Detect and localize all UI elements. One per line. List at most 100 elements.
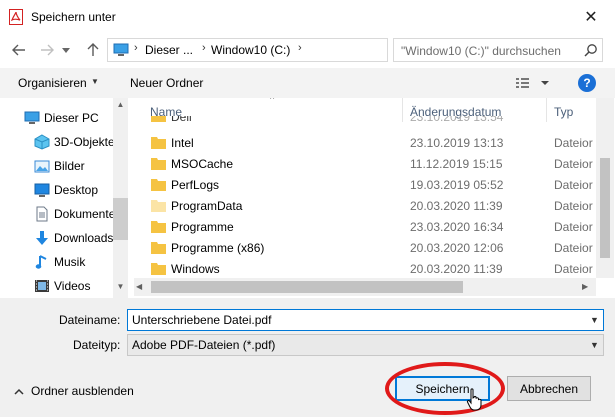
chevron-down-icon[interactable]: ▼ [91, 77, 99, 86]
address-bar[interactable]: › Dieser ... › Window10 (C:) › [107, 38, 483, 62]
documents-icon [36, 206, 48, 222]
search-input[interactable]: "Window10 (C:)" durchsuchen [401, 44, 561, 58]
file-name: Windows [171, 262, 220, 276]
folder-icon [151, 221, 166, 233]
hide-folders-label: Ordner ausblenden [31, 384, 134, 398]
sidebar-item-documents[interactable]: Dokumente [0, 202, 115, 226]
help-button[interactable]: ? [578, 74, 596, 92]
sidebar-item-music[interactable]: Musik [0, 250, 115, 274]
hide-folders-toggle[interactable]: Ordner ausblenden [14, 384, 134, 398]
folder-icon [151, 158, 166, 170]
new-folder-button[interactable]: Neuer Ordner [130, 76, 203, 90]
back-button[interactable] [10, 41, 28, 59]
sidebar-item-label: Musik [54, 255, 86, 269]
table-row[interactable]: Programme (x86) 20.03.2020 12:06 Dateior [134, 237, 599, 258]
hand-cursor-icon [466, 388, 482, 411]
file-date: 11.12.2019 15:15 [410, 157, 503, 171]
sidebar-item-label: 3D-Objekte [54, 135, 115, 149]
file-type: Dateior [554, 136, 593, 150]
chevron-right-icon: › [202, 42, 206, 54]
folder-icon [151, 263, 166, 275]
scroll-right-icon[interactable]: ▶ [582, 278, 588, 296]
table-row[interactable]: Intel 23.10.2019 13:13 Dateior [134, 132, 599, 153]
table-row[interactable]: PerfLogs 19.03.2019 05:52 Dateior [134, 174, 599, 195]
folder-icon [151, 179, 166, 191]
command-bar: Organisieren ▼ Neuer Ordner ? [0, 68, 615, 98]
file-name: PerfLogs [171, 178, 220, 192]
file-name: Programme [171, 220, 234, 234]
dialog-footer: Dateiname: Unterschriebene Datei.pdf ▼ D… [0, 298, 615, 417]
pictures-icon [34, 160, 50, 173]
search-icon [584, 44, 597, 57]
file-date: 20.03.2020 11:39 [410, 262, 503, 276]
file-type: Dateior [554, 262, 593, 276]
filename-label: Dateiname: [59, 313, 121, 327]
sidebar-item-videos[interactable]: Videos [0, 274, 115, 298]
hidden-folder-icon [151, 200, 166, 212]
file-list: ^ Name Änderungsdatum Typ Dell 23.10.201… [134, 98, 614, 298]
organize-button[interactable]: Organisieren [18, 76, 87, 90]
3d-objects-icon [34, 134, 50, 150]
table-row[interactable]: Programme 23.03.2020 16:34 Dateior [134, 216, 599, 237]
vertical-scroll-thumb[interactable] [600, 158, 610, 258]
file-date: 19.03.2019 05:52 [410, 178, 504, 192]
filename-field[interactable]: Unterschriebene Datei.pdf ▼ [127, 309, 604, 331]
navigation-pane: Dieser PC 3D-Objekte Bilder Desktop Doku… [0, 98, 128, 298]
file-type: Dateior [554, 241, 593, 255]
file-date: 23.10.2019 13:54 [410, 116, 504, 124]
file-type: Dateior [554, 157, 593, 171]
folder-icon [151, 242, 166, 254]
view-list-icon [516, 78, 549, 88]
view-options-button[interactable] [515, 74, 553, 92]
filetype-value: Adobe PDF-Dateien (*.pdf) [132, 338, 276, 352]
chevron-down-icon [62, 47, 70, 53]
breadcrumb-this-pc[interactable]: Dieser ... [145, 43, 193, 57]
recent-dropdown[interactable] [60, 41, 72, 59]
sidebar-scroll-thumb[interactable] [113, 198, 128, 240]
filetype-dropdown[interactable]: Adobe PDF-Dateien (*.pdf) ▼ [127, 334, 604, 356]
pc-icon [113, 43, 129, 56]
table-row[interactable]: ProgramData 20.03.2020 11:39 Dateior [134, 195, 599, 216]
table-row[interactable]: Windows 20.03.2020 11:39 Dateior [134, 258, 599, 279]
sidebar-item-pictures[interactable]: Bilder [0, 154, 115, 178]
file-date: 23.10.2019 13:13 [410, 136, 504, 150]
file-name: MSOCache [171, 157, 234, 171]
sidebar-item-this-pc[interactable]: Dieser PC [0, 106, 115, 130]
close-button[interactable]: ✕ [578, 6, 604, 28]
chevron-down-icon[interactable]: ▼ [590, 315, 599, 325]
sidebar-item-downloads[interactable]: Downloads [0, 226, 115, 250]
window-title: Speichern unter [31, 10, 116, 24]
table-row[interactable]: MSOCache 11.12.2019 15:15 Dateior [134, 153, 599, 174]
filename-value[interactable]: Unterschriebene Datei.pdf [132, 313, 271, 327]
horizontal-scroll-thumb[interactable] [151, 281, 463, 293]
file-date: 20.03.2020 11:39 [410, 199, 503, 213]
sidebar-item-label: Bilder [54, 159, 85, 173]
up-button[interactable] [84, 41, 102, 59]
sidebar-item-3d-objects[interactable]: 3D-Objekte [0, 130, 115, 154]
breadcrumb-drive[interactable]: Window10 (C:) [211, 43, 290, 57]
sidebar-item-desktop[interactable]: Desktop [0, 178, 115, 202]
arrow-up-icon [87, 43, 99, 56]
arrow-right-icon [41, 44, 54, 56]
pdf-icon [9, 9, 23, 25]
arrow-left-icon [12, 44, 25, 56]
forward-button[interactable] [38, 41, 56, 59]
table-row[interactable]: Dell 23.10.2019 13:54 [134, 116, 599, 128]
file-type: Dateior [554, 178, 593, 192]
scroll-down-icon[interactable]: ▼ [113, 280, 128, 294]
sidebar-item-label: Dokumente [54, 207, 116, 221]
sidebar-item-label: Downloads [54, 231, 114, 245]
file-date: 23.03.2020 16:34 [410, 220, 504, 234]
scroll-left-icon[interactable]: ◀ [136, 278, 142, 296]
sidebar-item-label: Videos [54, 279, 91, 293]
cancel-button[interactable]: Abbrechen [507, 376, 591, 401]
videos-icon [35, 280, 49, 292]
downloads-icon [36, 231, 48, 245]
folder-icon [151, 116, 166, 122]
scroll-up-icon[interactable]: ▲ [113, 98, 128, 112]
chevron-down-icon[interactable]: ▼ [590, 340, 599, 350]
search-box[interactable]: "Window10 (C:)" durchsuchen [393, 38, 603, 62]
file-date: 20.03.2020 12:06 [410, 241, 504, 255]
desktop-icon [34, 183, 50, 197]
pc-icon [24, 111, 40, 124]
